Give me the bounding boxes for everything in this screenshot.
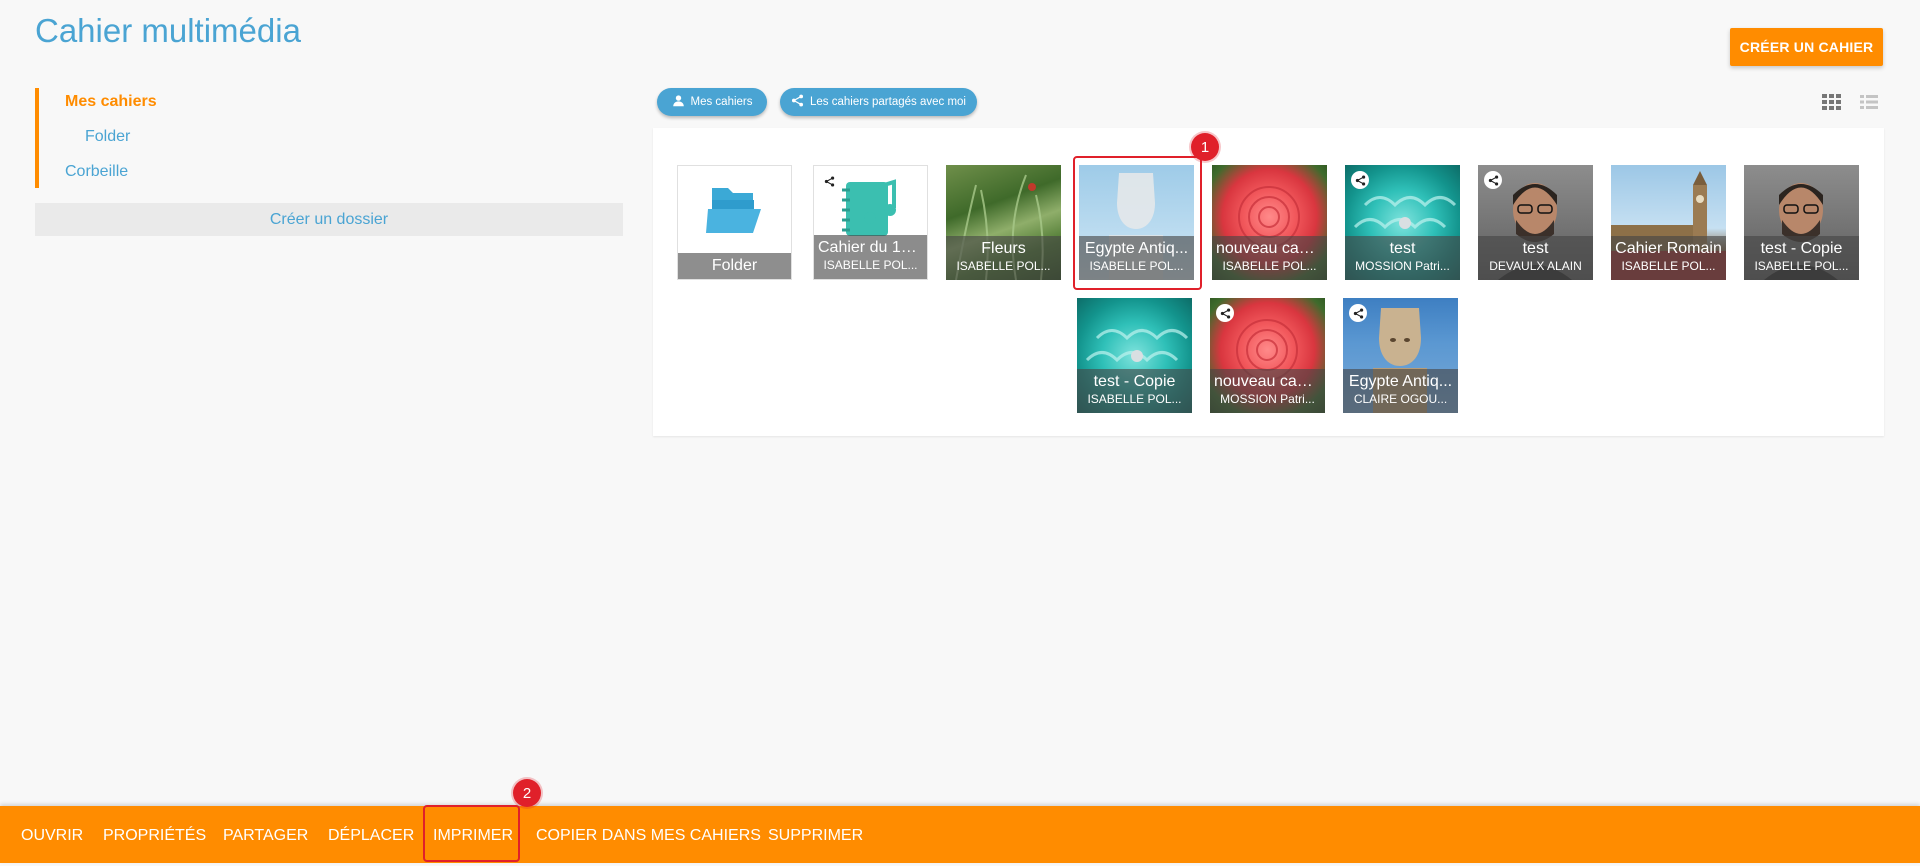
sidebar-nav: Mes cahiers Folder Corbeille (35, 88, 623, 188)
action-copy-to-my-notebooks[interactable]: COPIER DANS MES CAHIERS (536, 806, 761, 863)
tile-owner: MOSSION Patri... (1220, 392, 1315, 406)
tile-title: nouveau cahi... (1216, 240, 1325, 257)
filter-shared-notebooks-button[interactable]: Les cahiers partagés avec moi (780, 88, 977, 116)
notebook-tile[interactable]: Fleurs ISABELLE POL... (946, 165, 1061, 280)
notebook-tile[interactable]: nouveau cahi... MOSSION Patri... (1210, 298, 1325, 413)
action-open[interactable]: OUVRIR (21, 806, 83, 863)
tile-owner: ISABELLE POL... (1087, 392, 1182, 406)
create-folder-button[interactable]: Créer un dossier (35, 203, 623, 236)
notebook-tile[interactable]: test - Copie ISABELLE POL... (1077, 298, 1192, 413)
tile-owner: DEVAULX ALAIN (1489, 259, 1582, 273)
shared-icon (1349, 304, 1367, 322)
tile-title: test (1522, 240, 1549, 257)
action-share[interactable]: PARTAGER (223, 806, 308, 863)
action-delete[interactable]: SUPPRIMER (768, 806, 863, 863)
tile-title: Cahier du 15 ... (818, 239, 927, 256)
shared-icon (1216, 304, 1234, 322)
tile-owner: ISABELLE POL... (1621, 259, 1716, 273)
grid-view-icon[interactable] (1822, 94, 1842, 115)
tile-owner: ISABELLE POL... (1754, 259, 1849, 273)
tile-title: test - Copie (1760, 240, 1843, 257)
sidebar-item-corbeille[interactable]: Corbeille (65, 163, 128, 181)
step-marker-2: 2 (513, 779, 541, 807)
tile-title: Egypte Antiq... (1348, 373, 1453, 390)
notebook-tile[interactable]: nouveau cahi... ISABELLE POL... (1212, 165, 1327, 280)
list-view-icon[interactable] (1860, 94, 1878, 115)
tile-title: Fleurs (981, 240, 1026, 257)
tile-owner: ISABELLE POL... (823, 258, 918, 272)
create-notebook-button[interactable]: CRÉER UN CAHIER (1730, 28, 1883, 66)
selected-tile-highlight (1073, 156, 1202, 290)
action-properties[interactable]: PROPRIÉTÉS (103, 806, 206, 863)
share-icon (791, 94, 804, 110)
sidebar: Mes cahiers Folder Corbeille Créer un do… (35, 88, 623, 236)
action-move[interactable]: DÉPLACER (328, 806, 414, 863)
notebook-tile[interactable]: test DEVAULX ALAIN (1478, 165, 1593, 280)
tile-owner: CLAIRE OGOU... (1353, 392, 1448, 406)
tile-title: nouveau cahi... (1214, 373, 1323, 390)
page-title: Cahier multimédia (35, 12, 301, 49)
sidebar-item-mes-cahiers[interactable]: Mes cahiers (65, 93, 157, 111)
tile-owner: ISABELLE POL... (1222, 259, 1317, 273)
notebook-tile[interactable]: test MOSSION Patri... (1345, 165, 1460, 280)
shared-icon (820, 172, 838, 190)
filter-shared-notebooks-label: Les cahiers partagés avec moi (810, 96, 966, 108)
tile-title: test - Copie (1093, 373, 1176, 390)
shared-icon (1351, 171, 1369, 189)
tile-owner: ISABELLE POL... (956, 259, 1051, 273)
notebook-tile[interactable]: Cahier du 15 ... ISABELLE POL... (813, 165, 928, 280)
notebook-tile[interactable]: Folder (677, 165, 792, 280)
tile-title: Folder (711, 257, 758, 274)
notebook-tile[interactable]: Egypte Antiq... CLAIRE OGOU... (1343, 298, 1458, 413)
notebook-tile[interactable]: Cahier Romain ISABELLE POL... (1611, 165, 1726, 280)
action-bar: OUVRIR PROPRIÉTÉS PARTAGER DÉPLACER IMPR… (0, 806, 1920, 863)
tile-title: Cahier Romain (1615, 240, 1722, 257)
sidebar-item-folder[interactable]: Folder (85, 128, 130, 146)
user-icon (672, 94, 685, 110)
print-action-highlight (423, 805, 520, 862)
filter-my-notebooks-button[interactable]: Mes cahiers (657, 88, 767, 116)
filter-my-notebooks-label: Mes cahiers (690, 96, 753, 108)
notebook-tile[interactable]: test - Copie ISABELLE POL... (1744, 165, 1859, 280)
tile-owner: MOSSION Patri... (1355, 259, 1450, 273)
shared-icon (1484, 171, 1502, 189)
tile-title: test (1389, 240, 1416, 257)
step-marker-1: 1 (1191, 133, 1219, 161)
